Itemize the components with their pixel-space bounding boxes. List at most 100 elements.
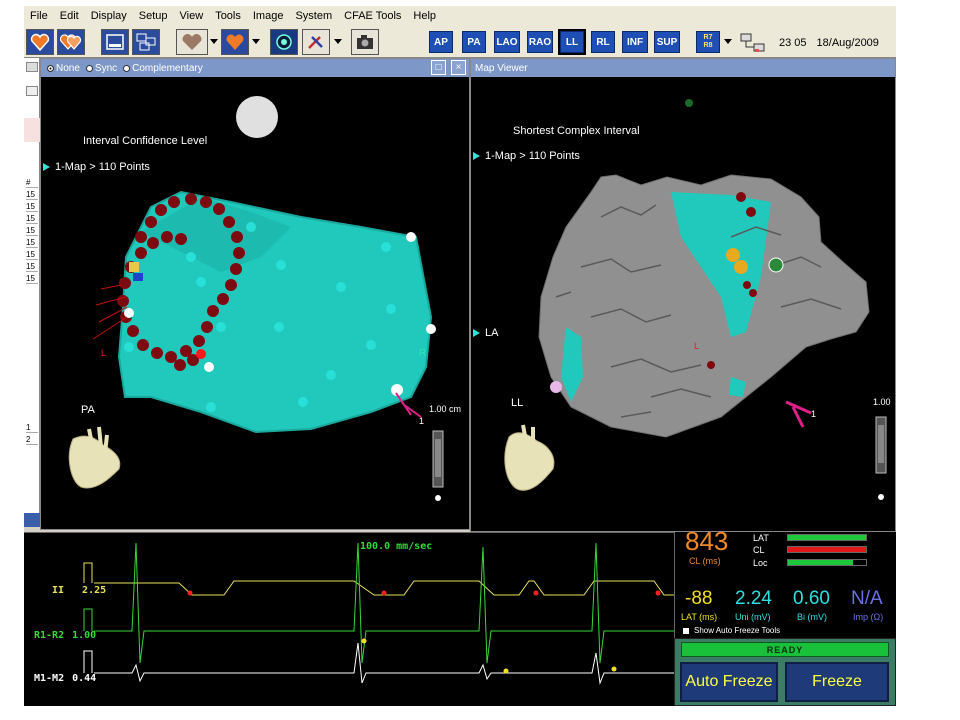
menu-edit[interactable]: Edit — [54, 10, 85, 22]
menu-setup[interactable]: Setup — [133, 10, 174, 22]
single-layout-button[interactable] — [101, 29, 129, 55]
heart-shell-icon — [182, 34, 202, 50]
bipolar-unit: Bi (mV) — [797, 612, 827, 622]
strip-cell[interactable]: 15 — [26, 214, 38, 224]
radio-label: None — [56, 62, 80, 74]
view-rl-button[interactable]: RL — [591, 31, 615, 53]
map-points-selector[interactable]: 1-Map > 110 Points — [473, 150, 580, 162]
map-title: Interval Confidence Level — [83, 135, 208, 147]
heart-color-button[interactable] — [221, 29, 249, 55]
red-tag-point — [196, 349, 206, 359]
left-panel-titlebar: None Sync Complementary □ × — [41, 59, 469, 77]
menu-image[interactable]: Image — [247, 10, 290, 22]
strip-cell[interactable]: 2 — [26, 435, 38, 445]
view-pa-button[interactable]: PA — [462, 31, 486, 53]
bipolar-value: 0.60 — [793, 588, 830, 609]
unipolar-value: 2.24 — [735, 588, 772, 609]
view-inf-button[interactable]: INF — [622, 31, 648, 53]
tools-button[interactable] — [302, 29, 330, 55]
calibration-pulse-m1m2 — [83, 650, 93, 673]
menu-file[interactable]: File — [24, 10, 54, 22]
strip-cell[interactable]: 15 — [26, 190, 38, 200]
left-map-panel[interactable]: None Sync Complementary □ × Interval Con… — [40, 58, 470, 530]
channel-name: R1-R2 — [34, 630, 65, 641]
scale-slider-thumb[interactable] — [878, 425, 884, 463]
points-table-strip: # 15 15 15 15 15 15 15 15 1 2 — [24, 58, 40, 527]
lat-annotation-markers — [187, 590, 661, 596]
channel-m1m2-label[interactable]: M1-M2 0.44 — [34, 673, 96, 684]
right-map-panel[interactable]: Map Viewer Shortest Complex Interval 1-M… — [470, 58, 896, 532]
heart-orientation-thumbnail — [68, 435, 121, 489]
menu-view[interactable]: View — [174, 10, 210, 22]
map-points-label: 1-Map > 110 Points — [55, 161, 150, 173]
map-title: Shortest Complex Interval — [513, 125, 640, 137]
camera-button[interactable] — [351, 29, 379, 55]
heart-map-button[interactable] — [26, 29, 54, 55]
axis-marker-label: 1 — [811, 409, 817, 419]
view-sup-button[interactable]: SUP — [654, 31, 680, 53]
scale-slider-thumb[interactable] — [435, 439, 441, 477]
scale-slider-knob[interactable] — [435, 495, 441, 501]
strip-toggle[interactable] — [26, 62, 38, 72]
dual-heart-button[interactable] — [57, 29, 85, 55]
strip-cell[interactable]: 1 — [26, 423, 38, 433]
heart-shell-button[interactable] — [176, 29, 208, 55]
catheter-view-button[interactable] — [270, 29, 298, 55]
ecg-traces — [83, 542, 674, 685]
tools-icon — [308, 36, 323, 49]
cycle-length-value: 843 — [685, 526, 729, 556]
map-points-selector[interactable]: 1-Map > 110 Points — [43, 161, 150, 173]
menu-system[interactable]: System — [289, 10, 338, 22]
view-ap-button[interactable]: AP — [429, 31, 453, 53]
impedance-unit: Imp (Ω) — [853, 612, 884, 622]
radio-label: Complementary — [132, 62, 203, 74]
menu-display[interactable]: Display — [85, 10, 133, 22]
tools-dropdown[interactable] — [334, 36, 342, 46]
view-rao-button[interactable]: RAO — [527, 31, 553, 53]
freeze-button[interactable]: Freeze — [785, 662, 889, 702]
ecg-signal-panel[interactable]: 100.0 mm/sec II 2.25 R1-R2 1.00 M1-M2 0.44 — [24, 532, 674, 706]
show-auto-freeze-checkbox[interactable]: Show Auto Freeze Tools — [683, 626, 780, 635]
strip-cell[interactable]: 15 — [26, 226, 38, 236]
expand-arrow-icon — [473, 152, 480, 161]
strip-cell[interactable]: 15 — [26, 250, 38, 260]
rr-selector-dropdown[interactable] — [724, 36, 732, 46]
channel-ii-label[interactable]: II 2.25 — [52, 585, 106, 596]
strip-cell[interactable]: 15 — [26, 262, 38, 272]
view-ll-button[interactable]: LL — [558, 29, 586, 55]
heart-shell-dropdown[interactable] — [210, 36, 218, 46]
radio-none[interactable]: None — [47, 63, 80, 74]
rr-selector-button[interactable]: R7 R8 — [696, 31, 720, 53]
split-layout-button[interactable] — [132, 29, 160, 55]
heart-color-dropdown[interactable] — [252, 36, 260, 46]
menu-help[interactable]: Help — [407, 10, 442, 22]
pink-tag-point — [550, 381, 562, 393]
right-map-canvas[interactable] — [471, 77, 895, 531]
strip-cell[interactable]: 15 — [26, 274, 38, 284]
network-icon[interactable] — [738, 32, 768, 54]
bar-fill — [788, 547, 866, 552]
menu-cfae-tools[interactable]: CFAE Tools — [338, 10, 407, 22]
radio-complementary[interactable]: Complementary — [123, 63, 203, 74]
chamber-selector[interactable]: LA — [473, 327, 498, 339]
catheter-tip-marker — [129, 262, 139, 272]
heart-color-icon — [226, 34, 244, 50]
menu-tools[interactable]: Tools — [209, 10, 247, 22]
clock: 23 05 18/Aug/2009 — [779, 37, 879, 49]
channel-r1r2-label[interactable]: R1-R2 1.00 — [34, 630, 96, 641]
strip-footer-icon[interactable] — [24, 513, 40, 527]
minimize-panel-button[interactable]: □ — [431, 60, 446, 75]
impedance-value: N/A — [851, 588, 883, 609]
measurement-readouts: 843 CL (ms) LAT CL Loc -88 LAT (ms) 2.24… — [674, 526, 896, 638]
strip-cell[interactable]: 15 — [26, 202, 38, 212]
view-lao-button[interactable]: LAO — [494, 31, 520, 53]
strip-cell[interactable]: 15 — [26, 238, 38, 248]
catheter-tip-icon — [768, 257, 784, 273]
auto-freeze-button[interactable]: Auto Freeze — [680, 662, 778, 702]
scale-slider-knob[interactable] — [878, 494, 884, 500]
radio-sync[interactable]: Sync — [85, 63, 117, 74]
close-panel-button[interactable]: × — [451, 60, 466, 75]
strip-cell[interactable]: # — [26, 178, 38, 188]
strip-collapse[interactable] — [26, 86, 38, 96]
radio-dot — [123, 64, 131, 72]
